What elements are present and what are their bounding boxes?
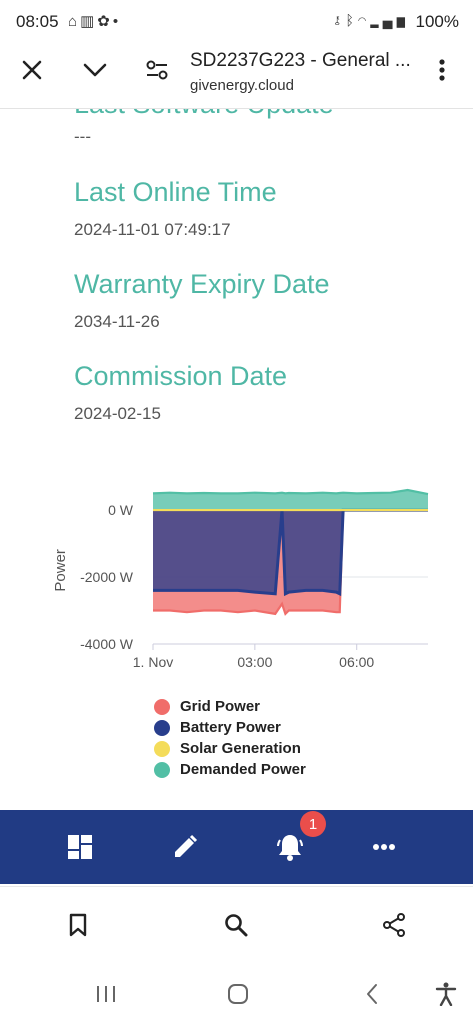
dot-icon: • <box>112 13 122 30</box>
dashboard-button[interactable] <box>57 824 103 870</box>
y-tick-label: 0 W <box>108 502 134 518</box>
legend-item-battery-power[interactable]: Battery Power <box>154 719 281 736</box>
recents-icon <box>97 986 115 1002</box>
signal-icon: ▂▄▆ <box>370 12 409 28</box>
detail-value: --- <box>74 127 91 146</box>
close-icon <box>22 60 42 80</box>
search-icon <box>225 914 248 937</box>
accessibility-icon <box>435 982 457 1006</box>
dashboard-icon <box>68 835 92 859</box>
detail-label: Commission Date <box>74 361 288 391</box>
bell-icon <box>277 835 303 861</box>
home-button[interactable] <box>218 974 258 1014</box>
page-info-button[interactable] <box>137 50 177 90</box>
edit-button[interactable] <box>162 824 208 870</box>
tune-icon <box>146 60 168 80</box>
detail-value: 2034-11-26 <box>74 312 160 331</box>
x-tick-label: 06:00 <box>339 654 374 670</box>
legend-dot <box>154 698 170 715</box>
status-time: 08:05 <box>16 12 59 31</box>
more-vert-icon <box>439 59 445 81</box>
bluetooth-icon: ᛒ <box>345 12 358 28</box>
legend-label: Battery Power <box>180 719 281 736</box>
legend-item-grid-power[interactable]: Grid Power <box>154 698 260 715</box>
page-domain[interactable]: givenergy.cloud <box>190 77 294 94</box>
area-battery-power <box>153 510 428 594</box>
legend-dot <box>154 740 170 757</box>
chevron-down-icon <box>83 63 107 77</box>
detail-label: Warranty Expiry Date <box>74 269 330 299</box>
detail-label: Last Online Time <box>74 177 277 207</box>
minimize-button[interactable] <box>75 50 115 90</box>
legend-label: Demanded Power <box>180 761 306 778</box>
status-icons-left: ⌂▥✿• <box>68 12 121 30</box>
legend-item-demanded-power[interactable]: Demanded Power <box>154 761 306 778</box>
battery-percentage: 100% <box>415 12 459 31</box>
legend-label: Grid Power <box>180 698 261 715</box>
system-navigation <box>0 964 473 1024</box>
accessibility-button[interactable] <box>426 974 466 1014</box>
back-button[interactable] <box>352 974 392 1014</box>
power-chart[interactable]: 0 W -2000 W -4000 W Power 1. Nov 03:00 06:00 <box>40 470 460 680</box>
grid-icon: ▥ <box>80 13 98 30</box>
y-axis-label: Power <box>52 549 69 592</box>
line-demanded-power <box>152 488 429 496</box>
chart-series <box>152 488 429 616</box>
more-icon <box>373 844 395 850</box>
x-tick-label: 03:00 <box>237 654 272 670</box>
back-icon <box>367 984 377 1004</box>
close-tab-button[interactable] <box>12 50 52 90</box>
notification-badge: 1 <box>300 811 326 837</box>
home-circle-icon <box>228 984 248 1004</box>
y-tick-label: -4000 W <box>80 636 134 652</box>
x-tick-label: 1. Nov <box>133 654 173 670</box>
flower-icon: ✿ <box>97 13 113 30</box>
browser-toolbar: SD2237G223 - General ... givenergy.cloud <box>0 44 473 109</box>
detail-value: 2024-02-15 <box>74 404 161 423</box>
details-section: Last Software Update --- Last Online Tim… <box>0 109 473 469</box>
wifi-icon: ◠ <box>357 12 371 28</box>
y-tick-label: -2000 W <box>80 569 134 585</box>
overflow-menu-button[interactable] <box>422 50 462 90</box>
legend-dot <box>154 761 170 778</box>
page-title[interactable]: SD2237G223 - General ... <box>190 50 411 72</box>
browser-bottom-bar <box>0 886 473 965</box>
home-icon: ⌂ <box>68 13 81 30</box>
share-icon <box>383 913 405 937</box>
bookmark-button[interactable] <box>58 905 98 945</box>
legend-item-solar-generation[interactable]: Solar Generation <box>154 740 301 757</box>
edit-icon <box>175 834 198 857</box>
recents-button[interactable] <box>86 974 126 1014</box>
app-navigation <box>0 810 473 884</box>
share-button[interactable] <box>374 905 414 945</box>
key-icon: ⚷ <box>333 12 346 28</box>
status-icons-right: ⚷ᛒ◠▂▄▆ <box>333 12 409 28</box>
detail-label: Last Software Update <box>74 109 334 120</box>
more-button[interactable] <box>361 824 407 870</box>
status-bar: 08:05 ⌂▥✿• ⚷ᛒ◠▂▄▆ 100% <box>0 0 473 44</box>
legend-dot <box>154 719 170 736</box>
search-button[interactable] <box>216 905 256 945</box>
legend-label: Solar Generation <box>180 740 301 757</box>
detail-value: 2024-11-01 07:49:17 <box>74 220 231 239</box>
bookmark-icon <box>69 913 87 937</box>
